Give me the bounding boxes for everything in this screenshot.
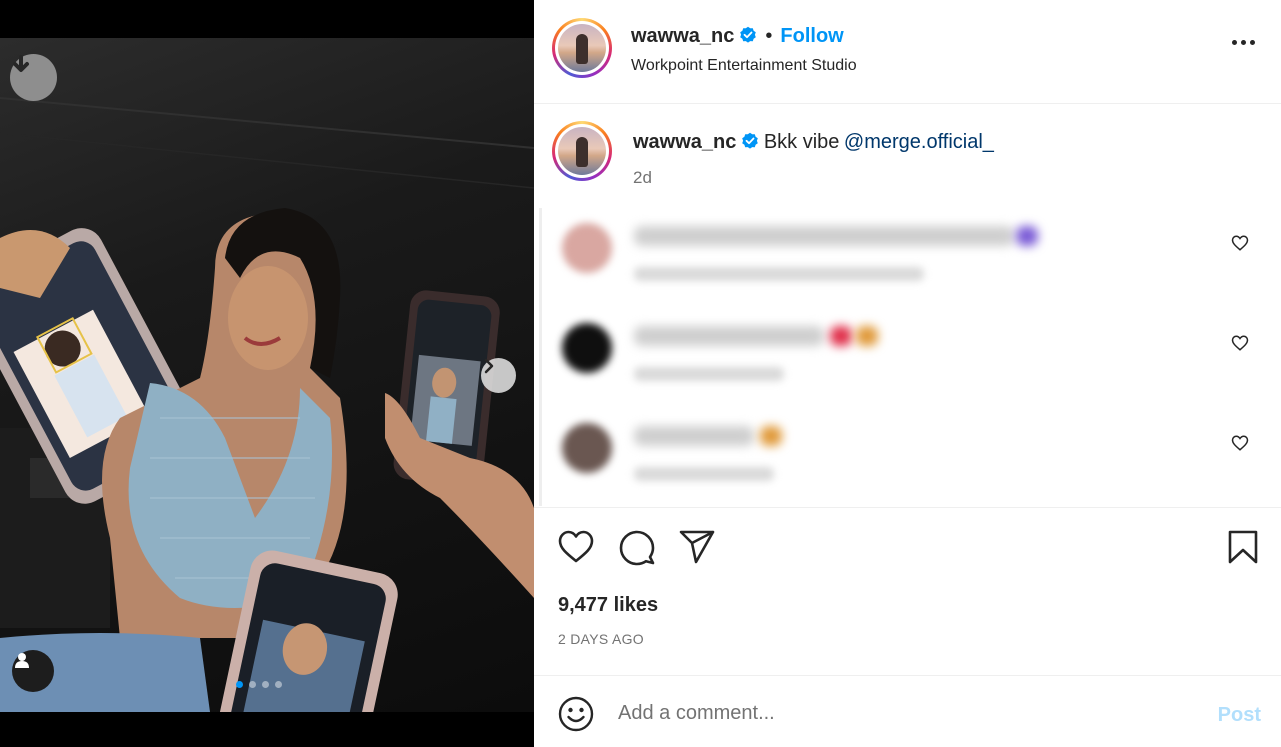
post-location[interactable]: Workpoint Entertainment Studio bbox=[631, 57, 857, 75]
carousel-next-button[interactable] bbox=[481, 358, 516, 393]
comment-item bbox=[554, 408, 1254, 498]
comment-emoji-blurred bbox=[1016, 226, 1038, 246]
comment-item bbox=[554, 208, 1254, 298]
caption: wawwa_nc Bkk vibe @merge.official_ bbox=[633, 131, 994, 154]
comment-emoji-blurred bbox=[856, 326, 878, 346]
caption-text: Bkk vibe bbox=[763, 131, 840, 153]
comment-like-icon[interactable] bbox=[1231, 434, 1249, 452]
verified-badge-icon bbox=[740, 26, 757, 43]
caption-username[interactable]: wawwa_nc bbox=[633, 131, 736, 153]
share-icon[interactable] bbox=[679, 530, 715, 564]
comment-meta-blurred bbox=[634, 267, 924, 281]
comment-meta-blurred bbox=[634, 367, 784, 381]
comment-emoji-blurred bbox=[760, 426, 782, 446]
comment-text-blurred bbox=[634, 426, 754, 446]
author-line: wawwa_nc • Follow bbox=[631, 25, 844, 48]
comment-avatar[interactable] bbox=[562, 423, 612, 473]
comment-item bbox=[554, 308, 1254, 398]
download-icon bbox=[13, 55, 29, 72]
post-media bbox=[0, 0, 534, 747]
bookmark-icon[interactable] bbox=[1228, 530, 1258, 564]
likes-count[interactable]: 9,477 likes bbox=[558, 594, 658, 617]
caption-mention[interactable]: @merge.official_ bbox=[844, 131, 994, 153]
separator-dot: • bbox=[765, 25, 773, 47]
more-options-icon bbox=[1232, 40, 1237, 45]
more-options-button[interactable] bbox=[1232, 40, 1255, 45]
emoji-icon[interactable] bbox=[558, 696, 594, 732]
post-date: 2 DAYS AGO bbox=[558, 631, 644, 647]
carousel-indicator bbox=[236, 681, 282, 688]
photo-illustration bbox=[0, 97, 534, 712]
comments-scroll-track[interactable] bbox=[539, 208, 542, 506]
comment-input[interactable] bbox=[618, 696, 1178, 730]
post-photo[interactable] bbox=[0, 38, 534, 712]
user-tag-icon bbox=[15, 653, 29, 668]
comment-avatar[interactable] bbox=[562, 223, 612, 273]
comment-text-blurred bbox=[634, 226, 1014, 246]
carousel-dot bbox=[275, 681, 282, 688]
caption-avatar[interactable] bbox=[552, 121, 612, 181]
post-comment-button[interactable]: Post bbox=[1218, 704, 1261, 727]
avatar-image bbox=[558, 24, 606, 72]
comment-like-icon[interactable] bbox=[1231, 234, 1249, 252]
carousel-dot bbox=[249, 681, 256, 688]
author-avatar[interactable] bbox=[552, 18, 612, 78]
comment-like-icon[interactable] bbox=[1231, 334, 1249, 352]
heart-icon[interactable] bbox=[558, 530, 594, 564]
avatar-image bbox=[558, 127, 606, 175]
author-username[interactable]: wawwa_nc bbox=[631, 25, 734, 47]
post-detail-panel: wawwa_nc • Follow Workpoint Entertainment… bbox=[534, 0, 1281, 747]
post-actions: 9,477 likes 2 DAYS AGO bbox=[534, 507, 1281, 675]
caption-time[interactable]: 2d bbox=[633, 168, 652, 188]
comment-avatar[interactable] bbox=[562, 323, 612, 373]
chevron-right-icon bbox=[484, 358, 494, 374]
follow-button[interactable]: Follow bbox=[780, 25, 843, 47]
comment-icon[interactable] bbox=[619, 530, 655, 566]
post-header: wawwa_nc • Follow Workpoint Entertainment… bbox=[534, 0, 1281, 104]
tagged-users-button[interactable] bbox=[12, 650, 54, 692]
comment-emoji-blurred bbox=[830, 326, 852, 346]
verified-badge-icon bbox=[742, 132, 759, 149]
download-button[interactable] bbox=[10, 54, 57, 101]
carousel-dot bbox=[236, 681, 243, 688]
carousel-dot bbox=[262, 681, 269, 688]
comment-text-blurred bbox=[634, 326, 824, 346]
comment-meta-blurred bbox=[634, 467, 774, 481]
comment-composer: Post bbox=[534, 675, 1281, 747]
